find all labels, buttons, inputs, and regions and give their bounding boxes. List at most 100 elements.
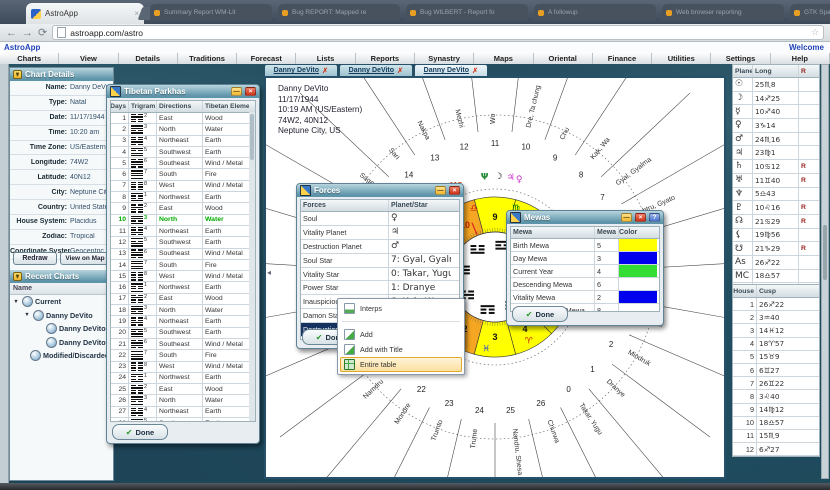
mewas-row[interactable]: Descending Mewa 6 [511, 278, 659, 291]
background-tab[interactable]: Summary Report WM-Lit [150, 4, 272, 21]
close-icon[interactable]: × [245, 87, 256, 96]
welcome-link[interactable]: Welcome [789, 43, 824, 52]
house-row[interactable]: 1 26♐22 [733, 298, 819, 311]
mewas-row[interactable]: Current Year 4 [511, 265, 659, 278]
forces-row[interactable]: Soul Star 7: Gyal, Gyalma [301, 254, 459, 268]
parkhas-row[interactable]: 1 2 East Wood [111, 113, 255, 124]
minimize-icon[interactable]: — [231, 87, 242, 96]
parkhas-row[interactable]: 24 1 Northwest Earth [111, 373, 255, 384]
redraw-button[interactable]: Redraw [13, 252, 57, 265]
parkhas-row[interactable]: 7 8 West Wind / Metal [111, 181, 255, 192]
forces-title-bar[interactable]: Forces — × [297, 184, 463, 197]
background-tab[interactable]: GTK Space Dev Inbox [790, 4, 830, 21]
house-row[interactable]: 11 15♏9 [733, 430, 819, 443]
house-row[interactable]: 12 6♐27 [733, 443, 819, 456]
app-brand-link[interactable]: AstroApp [4, 43, 40, 52]
minimize-icon[interactable]: — [621, 213, 632, 222]
planet-row[interactable]: ♇ 10♌16 R [733, 201, 819, 215]
parkhas-row[interactable]: 25 2 East Wood [111, 384, 255, 395]
background-tab[interactable]: Bug WILBERT - Report fo [406, 4, 528, 21]
menu-item[interactable]: Maps [474, 53, 533, 64]
house-row[interactable]: 7 26♊22 [733, 377, 819, 390]
forces-row[interactable]: Soul ♀ [301, 212, 459, 226]
tree-item[interactable]: Danny DeVito [10, 322, 113, 336]
planet-row[interactable]: ☉ 25♏8 [733, 78, 819, 92]
forces-row[interactable]: Vitality Planet ♃ [301, 226, 459, 240]
forward-icon[interactable]: → [22, 27, 33, 39]
planet-row[interactable]: ♃ 23♍1 [733, 146, 819, 160]
planet-row[interactable]: ♀ 3♑14 [733, 119, 819, 133]
background-tab[interactable]: Bug REPORT: Mapped re [278, 4, 400, 21]
menu-item[interactable]: Charts [0, 53, 59, 64]
back-icon[interactable]: ← [6, 27, 17, 39]
parkhas-title-bar[interactable]: Tibetan Parkhas — × [107, 85, 259, 98]
parkhas-row[interactable]: 20 5 Southwest Earth [111, 328, 255, 339]
reload-icon[interactable]: ⟳ [38, 27, 47, 39]
parkhas-row[interactable]: 9 2 East Wood [111, 203, 255, 214]
help-icon[interactable]: ? [649, 213, 660, 222]
menu-item[interactable]: Utilities [652, 53, 711, 64]
parkhas-row[interactable]: 14 7 South Fire [111, 260, 255, 271]
chart-tab[interactable]: Danny DeVito ✗ [414, 64, 488, 76]
mewas-row[interactable]: Birth Mewa 5 [511, 239, 659, 252]
chart-details-header[interactable]: ▼ Chart Details [10, 68, 113, 81]
mewas-row[interactable]: Day Mewa 3 [511, 252, 659, 265]
planet-row[interactable]: ⚸ 19♍56 [733, 229, 819, 243]
address-bar[interactable]: astroapp.com/astro ☆ [52, 25, 824, 40]
parkhas-row[interactable]: 18 3 North Water [111, 305, 255, 316]
context-menu-item[interactable]: Entire table [340, 357, 462, 372]
forces-row[interactable]: Destruction Planet ♂ [301, 240, 459, 254]
menu-item[interactable]: Traditions [178, 53, 237, 64]
collapse-panel-icon[interactable]: ◂ [267, 268, 271, 277]
parkhas-row[interactable]: 10 3 North Water [111, 215, 255, 226]
planet-row[interactable]: ☽ 14♐25 [733, 92, 819, 106]
parkhas-row[interactable]: 22 7 South Fire [111, 350, 255, 361]
chart-tab-close-icon[interactable]: ✗ [322, 66, 328, 75]
chart-tab-close-icon[interactable]: ✗ [472, 66, 478, 75]
tree-item[interactable]: ▼ Current [10, 295, 113, 309]
tree-item[interactable]: Modified/Discarded [10, 349, 113, 363]
house-row[interactable]: 8 3♌40 [733, 390, 819, 403]
parkhas-row[interactable]: 26 3 North Water [111, 395, 255, 406]
chart-tab[interactable]: Danny DeVito ✗ [339, 64, 413, 76]
parkhas-scrollbar[interactable] [249, 112, 255, 421]
parkhas-row[interactable]: 3 4 Northeast Earth [111, 136, 255, 147]
planet-row[interactable]: ☊ 21♋29 R [733, 215, 819, 229]
parkhas-row[interactable]: 6 7 South Fire [111, 169, 255, 180]
parkhas-row[interactable]: 4 5 Southwest Earth [111, 147, 255, 158]
menu-item[interactable]: Oriental [534, 53, 593, 64]
background-tab[interactable]: Web browser reporting [662, 4, 784, 21]
tree-item[interactable]: Danny DeVito [10, 336, 113, 350]
forces-row[interactable]: Vitality Star 0: Takar, Yugu [301, 268, 459, 282]
parkhas-row[interactable]: 8 1 Northwest Earth [111, 192, 255, 203]
parkhas-row[interactable]: 28 5 Southwest Earth [111, 418, 255, 422]
house-row[interactable]: 2 3♒40 [733, 311, 819, 324]
planet-row[interactable]: MC 18♎57 [733, 270, 819, 284]
menu-item[interactable]: Help [771, 53, 830, 64]
close-icon[interactable]: × [635, 213, 646, 222]
parkhas-done-button[interactable]: ✔ Done [112, 424, 168, 440]
parkhas-row[interactable]: 12 5 Southwest Earth [111, 237, 255, 248]
parkhas-row[interactable]: 27 4 Northeast Earth [111, 407, 255, 418]
menu-item[interactable]: Reports [356, 53, 415, 64]
house-row[interactable]: 5 15♉9 [733, 351, 819, 364]
context-menu-item[interactable]: Interps [340, 301, 462, 316]
forces-row[interactable]: Power Star 1: Dranye [301, 281, 459, 295]
house-row[interactable]: 4 18♈57 [733, 338, 819, 351]
recent-charts-header[interactable]: ▼ Recent Charts [10, 270, 113, 283]
view-on-map-button[interactable]: View on Map [60, 252, 110, 265]
minimize-icon[interactable]: — [435, 186, 446, 195]
background-tab[interactable]: A followup [534, 4, 656, 21]
chart-tab-close-icon[interactable]: ✗ [397, 66, 403, 75]
scrollbar-thumb[interactable] [823, 225, 827, 280]
mewas-done-button[interactable]: ✔ Done [512, 306, 568, 322]
tree-expander-icon[interactable]: ▼ [12, 299, 20, 305]
house-row[interactable]: 6 6♊27 [733, 364, 819, 377]
planet-row[interactable]: ♄ 10♋12 R [733, 160, 819, 174]
left-edge-strip[interactable] [0, 64, 9, 483]
parkhas-row[interactable]: 11 4 Northeast Earth [111, 226, 255, 237]
parkhas-row[interactable]: 21 6 Southeast Wind / Metal [111, 339, 255, 350]
planet-row[interactable]: ☿ 10♐40 [733, 105, 819, 119]
windows-taskbar[interactable] [0, 483, 830, 490]
context-menu-item[interactable]: Add [340, 327, 462, 342]
